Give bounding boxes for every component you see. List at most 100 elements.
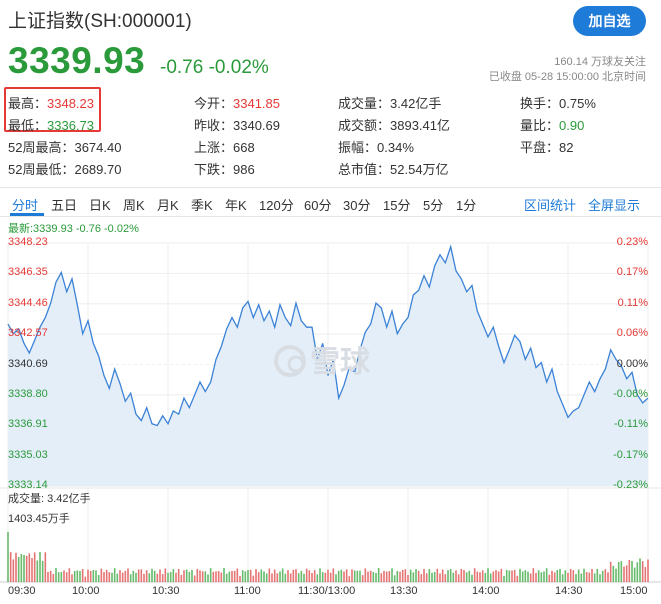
volume-bar [396,570,399,582]
volume-bar [287,570,289,582]
y-tick-percent: -0.17% [613,448,648,461]
volume-bar [497,571,500,582]
volume-bar [17,557,20,582]
volume-bar [636,562,639,582]
volume-bar [404,569,407,582]
volume-bar [169,572,172,582]
volume-bar [223,568,225,582]
volume-bar [305,568,308,582]
volume-bar [367,571,369,582]
volume-bar [247,569,249,582]
volume-bar [92,570,95,582]
volume-bar [577,569,580,582]
volume-bar [481,570,484,582]
volume-bar [484,572,487,582]
y-tick-label: 3338.80 [8,387,48,400]
volume-bar [116,573,119,582]
volume-bar [335,574,337,582]
volume-bar [548,574,551,582]
volume-bar [444,574,447,582]
volume-bar [431,572,433,582]
volume-bar [57,572,60,582]
x-tick-label: 11:30/13:00 [298,585,356,597]
volume-bar [607,572,609,582]
volume-bar [631,560,633,582]
volume-bar [300,570,303,582]
volume-bar [425,573,428,582]
volume-bar [487,568,489,582]
volume-bar [73,571,76,582]
volume-bar [263,571,265,582]
volume-bar [297,573,300,582]
x-tick-label: 09:30 [8,585,36,597]
volume-bar [228,571,231,582]
volume-bar [7,532,9,582]
volume-bar [215,571,217,582]
volume-bar [628,559,631,582]
y-tick-label: 3340.69 [8,357,48,370]
volume-bar [41,560,44,582]
volume-bar [409,569,412,582]
volume-bar [356,570,359,582]
volume-bar [212,571,215,582]
volume-bar [108,572,111,582]
volume-bar [369,570,372,582]
volume-bar [633,567,636,582]
volume-bar [572,570,575,582]
volume-bar [140,569,143,582]
intraday-chart[interactable]: 雪球 [0,0,661,604]
volume-bar [145,570,148,582]
volume-bar [428,569,431,582]
volume-bar [44,552,47,582]
volume-bar [191,569,193,582]
volume-bar [495,570,497,582]
volume-bar [513,569,516,582]
x-tick-label: 15:00 [620,585,648,597]
volume-bar [159,569,161,582]
volume-bar [596,568,599,582]
volume-bar [132,570,135,582]
volume-bar [647,559,649,582]
volume-bar [380,573,383,582]
volume-bar [529,573,532,582]
volume-bar [615,568,617,582]
volume-bar [47,571,49,582]
volume-bar [279,571,281,582]
volume-bar [423,568,425,582]
volume-bar [479,572,481,582]
volume-bar [348,576,351,582]
volume-label: 成交量: 3.42亿手 [8,493,91,505]
volume-bar [465,572,468,582]
y-tick-percent: -0.23% [613,479,648,491]
volume-bar [623,566,625,582]
volume-bar [220,572,223,582]
volume-bar [377,568,380,582]
volume-bar [231,570,233,582]
volume-bar [68,568,71,582]
volume-bar [36,560,39,582]
volume-bar [295,569,297,582]
volume-bar [393,575,396,582]
volume-bar [324,572,327,582]
volume-bar [463,570,465,582]
volume-bar [273,569,276,582]
volume-bar [39,552,41,582]
y-tick-percent: 0.11% [617,296,648,309]
volume-bar [407,574,409,582]
volume-bar [591,569,593,582]
volume-bar [199,570,201,582]
volume-bar [345,569,348,582]
volume-bar [23,555,25,582]
volume-bar [559,568,561,582]
volume-bar [193,575,196,582]
volume-bar [401,569,404,582]
volume-bar [543,571,545,582]
volume-bar [639,558,641,582]
volume-bar [156,573,159,582]
y-tick-percent: -0.11% [613,418,648,431]
volume-bar [468,570,471,582]
volume-bar [500,568,503,582]
volume-bar [52,573,55,582]
x-tick-label: 10:30 [152,585,180,597]
volume-bar [337,570,340,582]
